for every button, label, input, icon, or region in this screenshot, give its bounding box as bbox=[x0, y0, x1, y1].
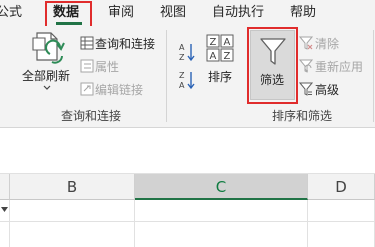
reapply-label: 重新应用 bbox=[315, 60, 364, 74]
advanced-filter-icon bbox=[299, 82, 313, 96]
sort-icon: Z A A Z bbox=[206, 34, 234, 62]
svg-text:A: A bbox=[224, 37, 231, 48]
cell[interactable] bbox=[135, 200, 308, 222]
advanced-filter-label: 高级 bbox=[315, 83, 340, 97]
data-tab-highlight bbox=[45, 1, 92, 28]
tab-review[interactable]: 审阅 bbox=[108, 0, 134, 26]
worksheet-grid: B C D bbox=[0, 174, 375, 247]
refresh-all-icon bbox=[32, 32, 65, 64]
chevron-down-icon bbox=[43, 85, 51, 90]
ribbon: 全部刷新 查询和连接 属性 编辑链接 查询和连接 A Z Z A Z A A Z… bbox=[0, 26, 375, 128]
svg-text:Z: Z bbox=[179, 53, 185, 62]
queries-connections-label: 查询和连接 bbox=[95, 37, 156, 51]
active-tab-underline bbox=[56, 22, 82, 25]
tab-formulas[interactable]: 公式 bbox=[0, 0, 22, 26]
cell[interactable] bbox=[10, 200, 135, 222]
cell[interactable] bbox=[308, 200, 375, 222]
menu-bar: 公式 数据 审阅 视图 自动执行 帮助 bbox=[0, 0, 375, 28]
edit-links-icon bbox=[80, 82, 94, 96]
edit-links-label: 编辑链接 bbox=[95, 83, 144, 97]
group-label-queries: 查询和连接 bbox=[61, 109, 122, 123]
queries-connections-icon bbox=[80, 36, 94, 50]
column-header-partial[interactable] bbox=[0, 174, 10, 200]
svg-text:Z: Z bbox=[210, 37, 217, 48]
filter-button-highlight bbox=[247, 27, 298, 104]
svg-text:A: A bbox=[179, 81, 185, 90]
group-separator bbox=[166, 30, 167, 122]
svg-text:A: A bbox=[210, 51, 217, 62]
group-separator bbox=[373, 30, 374, 122]
properties-label: 属性 bbox=[95, 60, 120, 74]
tab-help[interactable]: 帮助 bbox=[290, 0, 316, 26]
svg-text:Z: Z bbox=[224, 51, 231, 62]
tab-view[interactable]: 视图 bbox=[160, 0, 186, 26]
properties-icon bbox=[80, 59, 94, 73]
formula-bar-area bbox=[0, 128, 375, 174]
refresh-all-label: 全部刷新 bbox=[22, 69, 71, 83]
column-header-b[interactable]: B bbox=[10, 174, 135, 200]
sort-descending-icon[interactable]: Z A bbox=[178, 70, 196, 90]
reapply-icon bbox=[299, 59, 313, 73]
cell[interactable] bbox=[135, 222, 308, 247]
cell[interactable] bbox=[308, 222, 375, 247]
column-header-c[interactable]: C bbox=[135, 174, 308, 200]
sort-ascending-icon[interactable]: A Z bbox=[178, 42, 196, 62]
group-label-sort-filter: 排序和筛选 bbox=[272, 109, 333, 123]
sort-label: 排序 bbox=[208, 70, 233, 84]
svg-text:A: A bbox=[179, 43, 185, 52]
cell[interactable] bbox=[10, 222, 135, 247]
svg-text:Z: Z bbox=[179, 71, 185, 80]
cell[interactable] bbox=[0, 200, 10, 222]
dropdown-arrow-icon[interactable] bbox=[1, 207, 8, 213]
clear-filter-icon bbox=[299, 36, 313, 50]
clear-filter-label: 清除 bbox=[315, 37, 340, 51]
cell[interactable] bbox=[0, 222, 10, 247]
tab-automate[interactable]: 自动执行 bbox=[212, 0, 264, 26]
column-header-d[interactable]: D bbox=[308, 174, 375, 200]
